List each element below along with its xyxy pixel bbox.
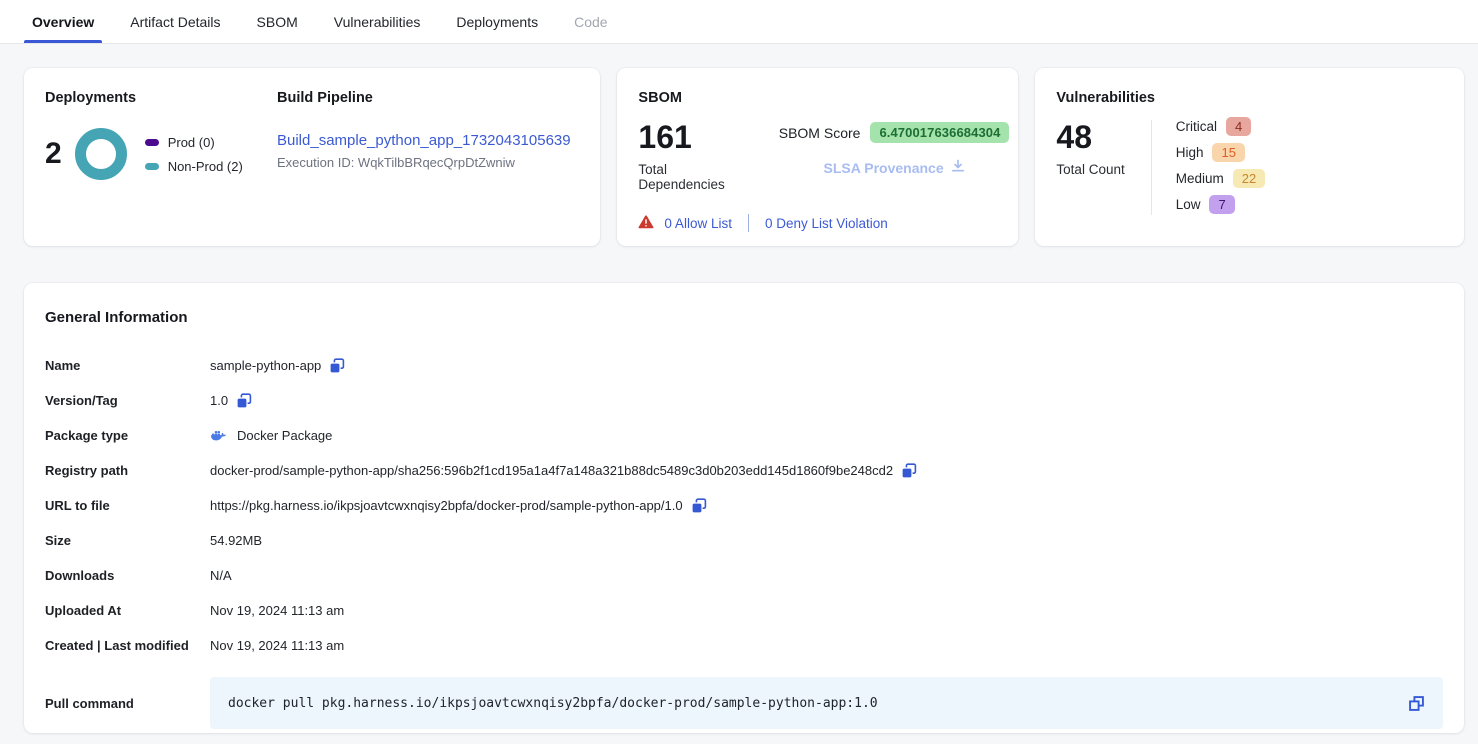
info-row-downloads: Downloads N/A [45,558,1443,593]
url-label: URL to file [45,498,210,513]
name-value: sample-python-app [210,358,321,373]
info-row-version: Version/Tag 1.0 [45,383,1443,418]
uploaded-at-label: Uploaded At [45,603,210,618]
footer-divider [748,214,749,232]
medium-count-badge: 22 [1233,169,1265,188]
registry-path-label: Registry path [45,463,210,478]
docker-whale-icon [210,429,227,442]
sbom-score-label: SBOM Score [779,125,861,141]
high-count-badge: 15 [1212,143,1244,162]
high-label: High [1176,145,1204,160]
general-information-card: General Information Name sample-python-a… [24,283,1464,733]
copy-name-button[interactable] [329,358,345,374]
vulnerabilities-total-count: 48 [1056,120,1124,155]
name-label: Name [45,358,210,373]
copy-url-button[interactable] [691,498,707,514]
info-row-url: URL to file https://pkg.harness.io/ikpsj… [45,488,1443,523]
downloads-value: N/A [210,568,232,583]
vulnerabilities-card: Vulnerabilities 48 Total Count Critical … [1035,68,1464,246]
url-value: https://pkg.harness.io/ikpsjoavtcwxnqisy… [210,498,683,513]
allow-list-link[interactable]: 0 Allow List [664,216,732,231]
critical-count-badge: 4 [1226,117,1251,136]
uploaded-at-value: Nov 19, 2024 11:13 am [210,603,344,618]
size-value: 54.92MB [210,533,262,548]
deployments-card: Deployments 2 Prod (0) Non-Prod (2) Buil… [24,68,600,246]
copy-registry-path-button[interactable] [901,463,917,479]
registry-path-value: docker-prod/sample-python-app/sha256:596… [210,463,893,478]
pull-command-box: docker pull pkg.harness.io/ikpsjoavtcwxn… [210,677,1443,729]
prod-label: Prod (0) [168,135,215,150]
created-modified-value: Nov 19, 2024 11:13 am [210,638,344,653]
deployments-donut-chart [75,128,127,180]
slsa-provenance-label: SLSA Provenance [824,160,944,176]
severity-row-low: Low 7 [1176,194,1265,215]
version-value: 1.0 [210,393,228,408]
downloads-label: Downloads [45,568,210,583]
download-icon [951,159,965,176]
pull-command-value: docker pull pkg.harness.io/ikpsjoavtcwxn… [228,696,1408,711]
pipeline-link[interactable]: Build_sample_python_app_1732043105639 [277,132,571,149]
sbom-title: SBOM [638,90,997,106]
slsa-provenance-link[interactable]: SLSA Provenance [779,159,1010,176]
tab-vulnerabilities[interactable]: Vulnerabilities [334,0,421,43]
deployments-section: Deployments 2 Prod (0) Non-Prod (2) [45,90,277,224]
legend-item-nonprod: Non-Prod (2) [145,159,243,174]
deployments-total-count: 2 [45,137,62,171]
copy-pull-command-button[interactable] [1408,695,1425,712]
sbom-totals: 161 Total Dependencies [638,120,724,192]
prod-swatch [145,139,159,146]
info-row-name: Name sample-python-app [45,348,1443,383]
package-type-label: Package type [45,428,210,443]
info-row-size: Size 54.92MB [45,523,1443,558]
tab-overview[interactable]: Overview [32,0,94,43]
sbom-total-label: Total Dependencies [638,162,724,192]
info-row-registry-path: Registry path docker-prod/sample-python-… [45,453,1443,488]
deployments-legend: Prod (0) Non-Prod (2) [145,135,243,174]
build-pipeline-section: Build Pipeline Build_sample_python_app_1… [277,90,571,224]
severity-row-critical: Critical 4 [1176,116,1265,137]
vulnerabilities-total-label: Total Count [1056,162,1124,177]
tab-deployments[interactable]: Deployments [456,0,538,43]
nonprod-swatch [145,163,159,170]
severity-row-medium: Medium 22 [1176,168,1265,189]
low-label: Low [1176,197,1201,212]
package-type-value: Docker Package [237,428,332,443]
copy-version-button[interactable] [236,393,252,409]
sbom-card: SBOM 161 Total Dependencies SBOM Score 6… [617,68,1018,246]
medium-label: Medium [1176,171,1224,186]
vulnerabilities-title: Vulnerabilities [1056,90,1443,106]
general-information-title: General Information [45,309,1443,326]
created-modified-label: Created | Last modified [45,638,210,653]
legend-item-prod: Prod (0) [145,135,243,150]
summary-cards-row: Deployments 2 Prod (0) Non-Prod (2) Buil… [24,68,1464,246]
size-label: Size [45,533,210,548]
severity-row-high: High 15 [1176,142,1265,163]
sbom-score-badge: 6.470017636684304 [870,122,1009,143]
low-count-badge: 7 [1209,195,1234,214]
pull-command-label: Pull command [45,696,210,711]
severity-list: Critical 4 High 15 Medium 22 Low 7 [1152,116,1265,215]
tab-artifact-details[interactable]: Artifact Details [130,0,220,43]
version-label: Version/Tag [45,393,210,408]
info-row-package-type: Package type Docker Package [45,418,1443,453]
tab-sbom[interactable]: SBOM [257,0,298,43]
info-row-pull-command: Pull command docker pull pkg.harness.io/… [45,677,1443,729]
sbom-total-count: 161 [638,120,724,155]
critical-label: Critical [1176,119,1217,134]
deployments-title: Deployments [45,90,277,106]
execution-id: Execution ID: WqkTilbBRqecQrpDtZwniw [277,155,571,170]
tab-code[interactable]: Code [574,0,607,43]
nonprod-label: Non-Prod (2) [168,159,243,174]
info-row-created-modified: Created | Last modified Nov 19, 2024 11:… [45,628,1443,663]
vulnerabilities-totals: 48 Total Count [1056,120,1124,215]
tab-bar: Overview Artifact Details SBOM Vulnerabi… [0,0,1478,44]
deny-list-link[interactable]: 0 Deny List Violation [765,216,888,231]
general-information-rows: Name sample-python-app Version/Tag 1.0 P… [45,348,1443,729]
warning-triangle-icon [638,215,654,232]
info-row-uploaded-at: Uploaded At Nov 19, 2024 11:13 am [45,593,1443,628]
build-pipeline-title: Build Pipeline [277,90,571,106]
